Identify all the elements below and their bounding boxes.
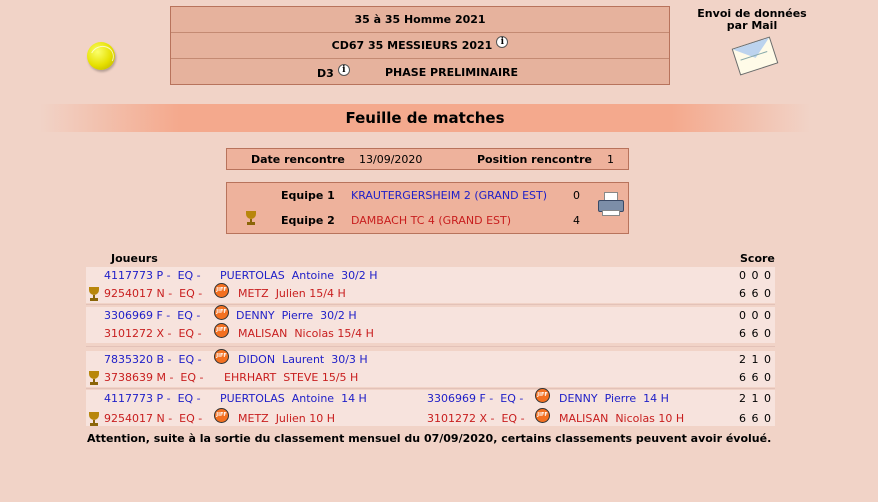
player-id: 9254017 N - EQ - (104, 412, 203, 425)
page-title: Feuille de matches (40, 104, 810, 132)
competition-info-icon[interactable]: i (496, 35, 509, 48)
player-name[interactable]: METZ Julien 15/4 H (238, 287, 346, 300)
player-id: 4117773 P - EQ - (104, 392, 201, 405)
partner-name[interactable]: MALISAN Nicolas 10 H (559, 412, 684, 425)
player-score: 6 6 0 (739, 327, 772, 340)
match-row: 3306969 F - EQ - JIFF DENNY Pierre 30/2 … (86, 305, 775, 343)
phase-row: D3 i PHASE PRELIMINAIRE (171, 59, 669, 85)
player-name[interactable]: PUERTOLAS Antoine 14 H (220, 392, 367, 405)
team-1-label: Equipe 1 (281, 189, 335, 202)
player-name[interactable]: DIDON Laurent 30/3 H (238, 353, 368, 366)
partner-id: 3306969 F - EQ - (427, 392, 524, 405)
trophy-icon (87, 287, 101, 301)
printer-icon[interactable] (596, 190, 626, 218)
player-id: 4117773 P - EQ - (104, 269, 201, 282)
team-score: 2 1 0 (739, 392, 772, 405)
player-name[interactable]: METZ Julien 10 H (238, 412, 335, 425)
match-2-player-2: 3101272 X - EQ - JIFF MALISAN Nicolas 15… (86, 323, 775, 343)
mail-link[interactable]: Envoi de données par Mail (692, 8, 812, 32)
row-divider (86, 346, 775, 347)
row-divider (86, 388, 775, 389)
match-row: 4117773 P - EQ - PUERTOLAS Antoine 14 H … (86, 388, 775, 428)
date-value: 13/09/2020 (359, 153, 423, 166)
jiff-logo-icon: JIFF (535, 388, 550, 403)
competition-name: CD67 35 MESSIEURS 2021 (331, 39, 493, 52)
player-id: 3738639 M - EQ - (104, 371, 204, 384)
player-score: 6 6 0 (739, 371, 772, 384)
ranking-notice: Attention, suite à la sortie du classeme… (87, 432, 772, 445)
player-name[interactable]: MALISAN Nicolas 15/4 H (238, 327, 374, 340)
jiff-logo-icon: JIFF (535, 408, 550, 423)
teams-box: Equipe 1 KRAUTERGERSHEIM 2 (GRAND EST) 0… (226, 182, 629, 234)
player-name[interactable]: EHRHART STEVE 15/5 H (224, 371, 358, 384)
team-row-1: Equipe 1 KRAUTERGERSHEIM 2 (GRAND EST) 0 (227, 184, 628, 208)
partner-id: 3101272 X - EQ - (427, 412, 525, 425)
match-2-player-1: 3306969 F - EQ - JIFF DENNY Pierre 30/2 … (86, 305, 775, 325)
players-column-header: Joueurs (111, 252, 158, 265)
player-score: 2 1 0 (739, 353, 772, 366)
position-label: Position rencontre (477, 153, 592, 166)
player-id: 7835320 B - EQ - (104, 353, 202, 366)
team-1-score: 0 (573, 189, 580, 202)
match-row: 7835320 B - EQ - JIFF DIDON Laurent 30/3… (86, 349, 775, 387)
score-column-header: Score (740, 252, 775, 265)
trophy-icon (87, 412, 101, 426)
division-info-icon[interactable]: i (337, 64, 350, 76)
match-3-player-2: 3738639 M - EQ - EHRHART STEVE 15/5 H 6 … (86, 369, 775, 387)
partner-name[interactable]: DENNY Pierre 14 H (559, 392, 669, 405)
player-id: 3306969 F - EQ - (104, 309, 201, 322)
mail-label-line2[interactable]: par Mail (692, 20, 812, 32)
jiff-logo-icon: JIFF (214, 305, 229, 320)
team-2-score: 4 (573, 214, 580, 227)
team-row-2: Equipe 2 DAMBACH TC 4 (GRAND EST) 4 (227, 209, 628, 233)
jiff-logo-icon: JIFF (214, 323, 229, 338)
trophy-icon (244, 211, 258, 225)
phase-label: PHASE PRELIMINAIRE (385, 66, 519, 79)
trophy-icon (87, 371, 101, 385)
team-1-name[interactable]: KRAUTERGERSHEIM 2 (GRAND EST) (351, 189, 547, 202)
competition-title: 35 à 35 Homme 2021 (354, 13, 486, 26)
competition-header: 35 à 35 Homme 2021 CD67 35 MESSIEURS 202… (170, 6, 670, 85)
tennis-ball-icon (87, 42, 115, 70)
player-score: 6 6 0 (739, 287, 772, 300)
match-1-player-2: 9254017 N - EQ - JIFF METZ Julien 15/4 H… (86, 283, 775, 303)
match-4-team-1: 4117773 P - EQ - PUERTOLAS Antoine 14 H … (86, 388, 775, 408)
match-3-player-1: 7835320 B - EQ - JIFF DIDON Laurent 30/3… (86, 349, 775, 369)
mail-envelope-icon[interactable] (731, 36, 779, 76)
competition-name-row: CD67 35 MESSIEURS 2021 i (171, 33, 669, 59)
division-label: D3 i (317, 64, 350, 81)
competition-title-row: 35 à 35 Homme 2021 (171, 7, 669, 33)
row-divider (86, 304, 775, 305)
match-row: 4117773 P - EQ - PUERTOLAS Antoine 30/2 … (86, 267, 775, 303)
match-1-player-1: 4117773 P - EQ - PUERTOLAS Antoine 30/2 … (86, 267, 775, 285)
player-score: 0 0 0 (739, 309, 772, 322)
match-date-box: Date rencontre 13/09/2020 Position renco… (226, 148, 629, 170)
jiff-logo-icon: JIFF (214, 349, 229, 364)
team-2-label: Equipe 2 (281, 214, 335, 227)
player-id: 9254017 N - EQ - (104, 287, 203, 300)
player-name[interactable]: DENNY Pierre 30/2 H (236, 309, 357, 322)
player-score: 0 0 0 (739, 269, 772, 282)
player-name[interactable]: PUERTOLAS Antoine 30/2 H (220, 269, 378, 282)
jiff-logo-icon: JIFF (214, 283, 229, 298)
position-value: 1 (607, 153, 614, 166)
match-4-team-2: 9254017 N - EQ - JIFF METZ Julien 10 H 3… (86, 408, 775, 428)
jiff-logo-icon: JIFF (214, 408, 229, 423)
team-2-name[interactable]: DAMBACH TC 4 (GRAND EST) (351, 214, 511, 227)
team-score: 6 6 0 (739, 412, 772, 425)
player-id: 3101272 X - EQ - (104, 327, 202, 340)
date-label: Date rencontre (251, 153, 345, 166)
